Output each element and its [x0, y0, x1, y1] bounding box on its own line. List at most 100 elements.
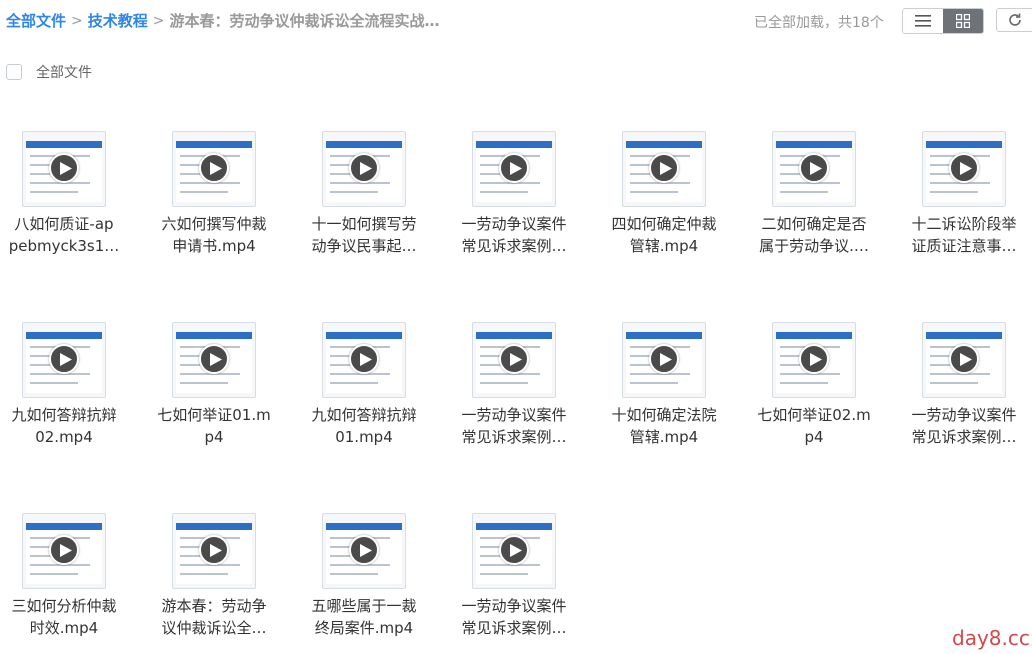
video-thumbnail[interactable] [22, 513, 106, 589]
video-thumbnail[interactable] [772, 322, 856, 398]
thumbnail-title-band [476, 523, 552, 530]
file-name[interactable]: 十一如何撰写劳 动争议民事起… [300, 213, 428, 257]
file-name[interactable]: 五哪些属于一裁 终局案件.mp4 [300, 595, 428, 639]
file-name[interactable]: 一劳动争议案件 常见诉求案例… [450, 213, 578, 257]
video-thumbnail[interactable] [922, 131, 1006, 207]
thumbnail-text-line [30, 573, 78, 575]
play-icon [649, 344, 679, 374]
file-name-line: 一劳动争议案件 [461, 597, 567, 615]
load-status: 已全部加载，共18个 [754, 15, 884, 31]
thumbnail-title-band [176, 523, 252, 530]
file-name[interactable]: 九如何答辩抗辩 01.mp4 [300, 404, 428, 448]
breadcrumb: 全部文件 > 技术教程 > 游本春：劳动争议仲裁诉讼全流程实战… [6, 10, 442, 31]
thumbnail-title-band [326, 141, 402, 148]
thumbnail-title-band [926, 141, 1002, 148]
video-thumbnail[interactable] [772, 131, 856, 207]
file-name[interactable]: 三如何分析仲裁 时效.mp4 [0, 595, 128, 639]
breadcrumb-parent-link[interactable]: 技术教程 [88, 10, 148, 31]
thumbnail-title-band [776, 332, 852, 339]
play-icon [349, 344, 379, 374]
file-name-line: 申请书.mp4 [172, 237, 256, 255]
thumbnail-text-line [30, 191, 78, 193]
video-thumbnail[interactable] [172, 131, 256, 207]
file-name-line: 常见诉求案例… [461, 619, 567, 637]
video-thumbnail[interactable] [172, 513, 256, 589]
file-name-line: 议仲裁诉讼全… [161, 619, 267, 637]
video-thumbnail[interactable] [472, 131, 556, 207]
file-name[interactable]: 七如何举证01.m p4 [150, 404, 278, 448]
video-thumbnail[interactable] [472, 513, 556, 589]
thumbnail-text-line [480, 573, 528, 575]
play-icon [649, 153, 679, 183]
video-thumbnail[interactable] [22, 322, 106, 398]
file-name[interactable]: 八如何质证-ap pebmyck3s1… [0, 213, 128, 257]
file-name-line: 游本春：劳动争 [161, 597, 267, 615]
file-name[interactable]: 十二诉讼阶段举 证质证注意事… [900, 213, 1028, 257]
video-thumbnail[interactable] [622, 322, 706, 398]
file-name[interactable]: 六如何撰写仲裁 申请书.mp4 [150, 213, 278, 257]
video-thumbnail[interactable] [922, 322, 1006, 398]
file-name[interactable]: 一劳动争议案件 常见诉求案例… [450, 404, 578, 448]
thumbnail-title-band [176, 332, 252, 339]
video-thumbnail[interactable] [322, 322, 406, 398]
thumbnail-text-line [30, 382, 78, 384]
video-thumbnail[interactable] [622, 131, 706, 207]
thumbnail-text-line [630, 191, 678, 193]
thumbnail-title-band [926, 332, 1002, 339]
play-icon [499, 153, 529, 183]
thumbnail-title-band [776, 141, 852, 148]
file-name-line: 四如何确定仲裁 [611, 215, 717, 233]
file-name[interactable]: 四如何确定仲裁 管辖.mp4 [600, 213, 728, 257]
play-icon [499, 535, 529, 565]
file-name-line: 常见诉求案例… [911, 428, 1017, 446]
file-name-line: 八如何质证-ap [14, 215, 114, 233]
file-name[interactable]: 二如何确定是否 属于劳动争议.… [750, 213, 878, 257]
file-name-line: 一劳动争议案件 [461, 406, 567, 424]
select-all-checkbox[interactable] [6, 64, 22, 80]
file-name-line: 常见诉求案例… [461, 428, 567, 446]
thumbnail-text-line [180, 382, 228, 384]
file-name-line: 常见诉求案例… [461, 237, 567, 255]
thumbnail-text-line [330, 382, 378, 384]
file-name[interactable]: 一劳动争议案件 常见诉求案例… [900, 404, 1028, 448]
grid-icon [956, 14, 970, 28]
file-name-line: p4 [204, 428, 224, 446]
breadcrumb-root-link[interactable]: 全部文件 [6, 10, 66, 31]
thumbnail-text-line [480, 191, 528, 193]
select-all-label: 全部文件 [36, 65, 92, 81]
video-thumbnail[interactable] [322, 513, 406, 589]
video-thumbnail[interactable] [22, 131, 106, 207]
thumbnail-text-line [330, 191, 378, 193]
file-name[interactable]: 一劳动争议案件 常见诉求案例… [450, 595, 578, 639]
video-thumbnail[interactable] [322, 131, 406, 207]
play-icon [199, 153, 229, 183]
video-thumbnail[interactable] [472, 322, 556, 398]
play-icon [49, 344, 79, 374]
file-name[interactable]: 九如何答辩抗辩 02.mp4 [0, 404, 128, 448]
grid-view-button[interactable] [943, 9, 983, 33]
list-view-button[interactable] [903, 9, 943, 33]
file-name[interactable]: 游本春：劳动争 议仲裁诉讼全… [150, 595, 278, 639]
play-icon [349, 153, 379, 183]
file-name[interactable]: 七如何举证02.m p4 [750, 404, 878, 448]
thumbnail-text-line [180, 191, 228, 193]
thumbnail-text-line [180, 573, 228, 575]
file-name-line: 终局案件.mp4 [314, 619, 414, 637]
thumbnail-title-band [26, 141, 102, 148]
file-name-line: p4 [804, 428, 824, 446]
file-name-line: 二如何确定是否 [761, 215, 867, 233]
file-name-line: 01.mp4 [335, 428, 393, 446]
file-name-line: 02.mp4 [35, 428, 93, 446]
file-name[interactable]: 十如何确定法院 管辖.mp4 [600, 404, 728, 448]
play-icon [949, 153, 979, 183]
file-name-line: 一劳动争议案件 [461, 215, 567, 233]
file-name-line: 三如何分析仲裁 [11, 597, 117, 615]
video-thumbnail[interactable] [172, 322, 256, 398]
thumbnail-text-line [630, 382, 678, 384]
thumbnail-title-band [326, 523, 402, 530]
breadcrumb-current: 游本春：劳动争议仲裁诉讼全流程实战… [169, 12, 440, 30]
refresh-button[interactable] [996, 8, 1032, 32]
thumbnail-text-line [930, 382, 978, 384]
file-name-line: 十二诉讼阶段举 [911, 215, 1017, 233]
thumbnail-text-line [780, 191, 828, 193]
